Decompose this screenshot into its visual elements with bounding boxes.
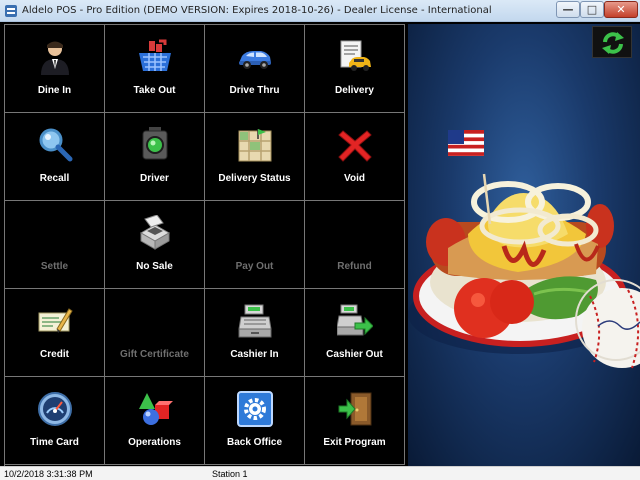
cashier-in-button[interactable]: Cashier In	[205, 289, 305, 377]
take-out-label: Take Out	[133, 85, 176, 96]
recall-label: Recall	[39, 173, 70, 184]
dine-in-label: Dine In	[37, 85, 72, 96]
app-icon	[5, 5, 17, 17]
gift-certificate-label: Gift Certificate	[120, 349, 189, 360]
credit-slip-icon	[38, 308, 73, 333]
settle-button[interactable]: Settle	[5, 201, 105, 289]
status-bar: 10/2/2018 3:31:38 PM Station 1	[0, 466, 640, 480]
pay-out-button[interactable]: Pay Out	[205, 201, 305, 289]
close-button[interactable]: ✕	[604, 1, 638, 18]
x-icon	[338, 130, 372, 162]
pay-out-label: Pay Out	[235, 261, 274, 272]
shopping-basket-icon	[139, 39, 171, 71]
function-grid: Dine In Take Out Drive Thru Delivery Rec…	[4, 24, 405, 466]
map-icon	[238, 129, 272, 162]
delivery-button[interactable]: Delivery	[305, 25, 405, 113]
credit-label: Credit	[40, 349, 69, 360]
operations-label: Operations	[128, 437, 181, 448]
back-office-label: Back Office	[226, 437, 283, 448]
traffic-light-icon	[142, 127, 168, 160]
cash-register-out-icon	[337, 304, 373, 336]
exit-door-icon	[338, 392, 372, 426]
drive-thru-button[interactable]: Drive Thru	[205, 25, 305, 113]
gear-icon	[237, 391, 273, 427]
status-station: Station 1	[212, 469, 248, 479]
back-office-button[interactable]: Back Office	[205, 377, 305, 465]
delivery-status-button[interactable]: Delivery Status	[205, 113, 305, 201]
title-bar: Aldelo POS - Pro Edition (DEMO VERSION: …	[0, 0, 640, 22]
take-out-button[interactable]: Take Out	[105, 25, 205, 113]
refund-label: Refund	[337, 261, 372, 272]
cashier-in-label: Cashier In	[230, 349, 279, 360]
credit-button[interactable]: Credit	[5, 289, 105, 377]
gift-certificate-button[interactable]: Gift Certificate	[105, 289, 205, 377]
minimize-button[interactable]: —	[556, 1, 580, 18]
gauge-icon	[38, 392, 72, 426]
time-card-label: Time Card	[30, 437, 79, 448]
shapes-icon	[139, 393, 173, 425]
dine-in-button[interactable]: Dine In	[5, 25, 105, 113]
maximize-icon: □	[586, 3, 598, 16]
car-icon	[239, 51, 271, 69]
driver-button[interactable]: Driver	[105, 113, 205, 201]
recall-button[interactable]: Recall	[5, 113, 105, 201]
status-datetime: 10/2/2018 3:31:38 PM	[4, 469, 93, 479]
exit-program-label: Exit Program	[323, 437, 386, 448]
drive-thru-label: Drive Thru	[229, 85, 280, 96]
delivery-label: Delivery	[335, 85, 374, 96]
refresh-icon	[602, 32, 624, 54]
maximize-button[interactable]: □	[580, 1, 604, 18]
driver-label: Driver	[140, 173, 169, 184]
void-label: Void	[344, 173, 365, 184]
window-title: Aldelo POS - Pro Edition (DEMO VERSION: …	[22, 5, 492, 16]
food-photo	[408, 24, 640, 466]
hotdog-baseball-illustration	[408, 130, 640, 369]
operations-button[interactable]: Operations	[105, 377, 205, 465]
close-icon: ✕	[616, 3, 626, 16]
refresh-button[interactable]	[592, 26, 632, 58]
cashier-out-label: Cashier Out	[326, 349, 383, 360]
waiter-icon	[41, 41, 69, 75]
no-sale-label: No Sale	[136, 261, 173, 272]
cash-drawer-icon	[139, 215, 171, 250]
exit-program-button[interactable]: Exit Program	[305, 377, 405, 465]
magnifier-icon	[39, 128, 73, 162]
delivery-icon	[340, 40, 371, 71]
cashier-out-button[interactable]: Cashier Out	[305, 289, 405, 377]
refund-button[interactable]: Refund	[305, 201, 405, 289]
cash-register-icon	[238, 304, 272, 338]
delivery-status-label: Delivery Status	[218, 173, 291, 184]
no-sale-button[interactable]: No Sale	[105, 201, 205, 289]
minimize-icon: —	[562, 3, 574, 16]
time-card-button[interactable]: Time Card	[5, 377, 105, 465]
settle-label: Settle	[40, 261, 69, 272]
void-button[interactable]: Void	[305, 113, 405, 201]
